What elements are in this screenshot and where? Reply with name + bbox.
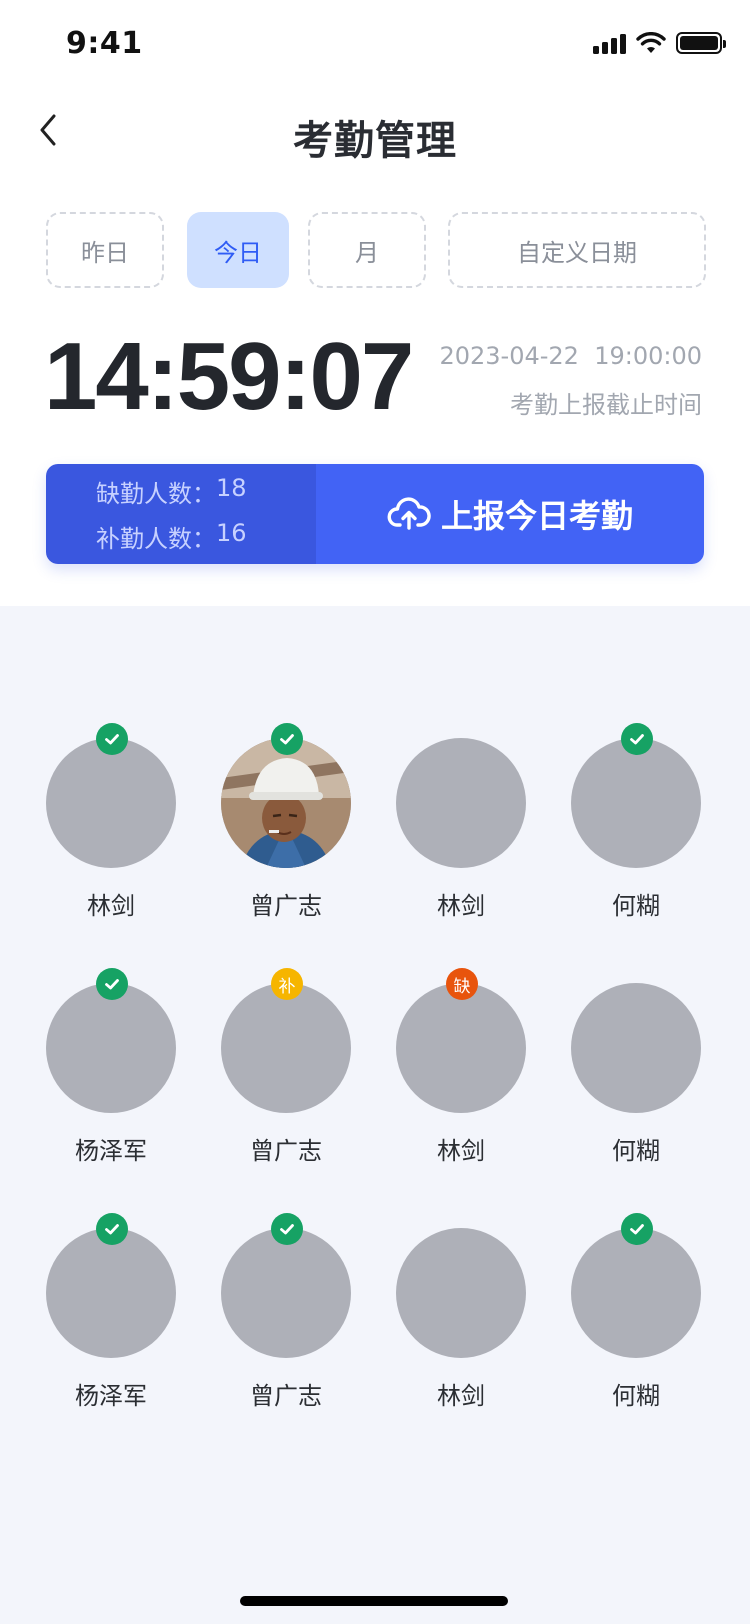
status-icons [593,30,726,56]
home-indicator [240,1596,508,1606]
avatar [221,1228,351,1358]
present-check-icon [96,723,128,755]
avatar [396,983,526,1113]
person-name: 何糊 [612,1382,660,1410]
battery-icon [676,32,726,54]
wifi-icon [636,32,666,53]
avatar [396,1228,526,1358]
deadline-label: 考勤上报截止时间 [510,391,702,419]
person-name: 林剑 [437,892,485,920]
absent-count-label: 缺勤人数： [96,480,216,508]
person-name: 何糊 [612,1137,660,1165]
makeup-count-row: 补勤人数： 16 [96,519,316,554]
present-check-icon [271,723,303,755]
worker-photo [221,738,351,868]
report-action-bar: 缺勤人数： 18 补勤人数： 16 上报今日考勤 [46,464,704,564]
person-name: 杨泽军 [75,1382,147,1410]
avatar [46,1228,176,1358]
absent-count-value: 18 [216,474,247,502]
tab-custom-date[interactable]: 自定义日期 [448,212,706,288]
tab-today[interactable]: 今日 [187,212,289,288]
avatar [571,983,701,1113]
attendance-counts: 缺勤人数： 18 补勤人数： 16 [46,464,316,564]
tab-month[interactable]: 月 [308,212,426,288]
avatar [221,983,351,1113]
cloud-upload-icon [387,497,431,530]
makeup-badge: 补 [271,968,303,1000]
current-time-clock: 14:59:07 [44,323,414,430]
avatar [221,738,351,868]
person-name: 何糊 [612,892,660,920]
person-name: 曾广志 [250,892,322,920]
makeup-count-label: 补勤人数： [96,525,216,553]
avatar [571,1228,701,1358]
avatar [396,738,526,868]
present-check-icon [271,1213,303,1245]
status-bar: 9:41 [0,0,750,88]
makeup-count-value: 16 [216,519,247,547]
attendance-grid: 林剑 曾广志 林剑 何糊 杨泽军补曾广志缺林剑 何糊 杨泽军 曾广志 林剑 何糊 [0,606,750,1624]
absent-count-row: 缺勤人数： 18 [96,474,316,509]
present-check-icon [621,723,653,755]
report-attendance-button[interactable]: 上报今日考勤 [316,464,704,564]
person-name: 杨泽军 [75,1137,147,1165]
person-name: 林剑 [87,892,135,920]
status-time: 9:41 [66,26,143,61]
report-button-label: 上报今日考勤 [440,497,633,535]
person-name: 林剑 [437,1382,485,1410]
absent-badge: 缺 [446,968,478,1000]
tab-yesterday[interactable]: 昨日 [46,212,164,288]
present-check-icon [96,968,128,1000]
page-title: 考勤管理 [293,118,457,164]
person-name: 林剑 [437,1137,485,1165]
present-check-icon [621,1213,653,1245]
person-name: 曾广志 [250,1137,322,1165]
avatar [46,983,176,1113]
person-name: 曾广志 [250,1382,322,1410]
avatar [571,738,701,868]
avatar [46,738,176,868]
present-check-icon [96,1213,128,1245]
deadline-datetime: 2023-04-22 19:00:00 [439,342,702,370]
cellular-signal-icon [593,32,626,54]
